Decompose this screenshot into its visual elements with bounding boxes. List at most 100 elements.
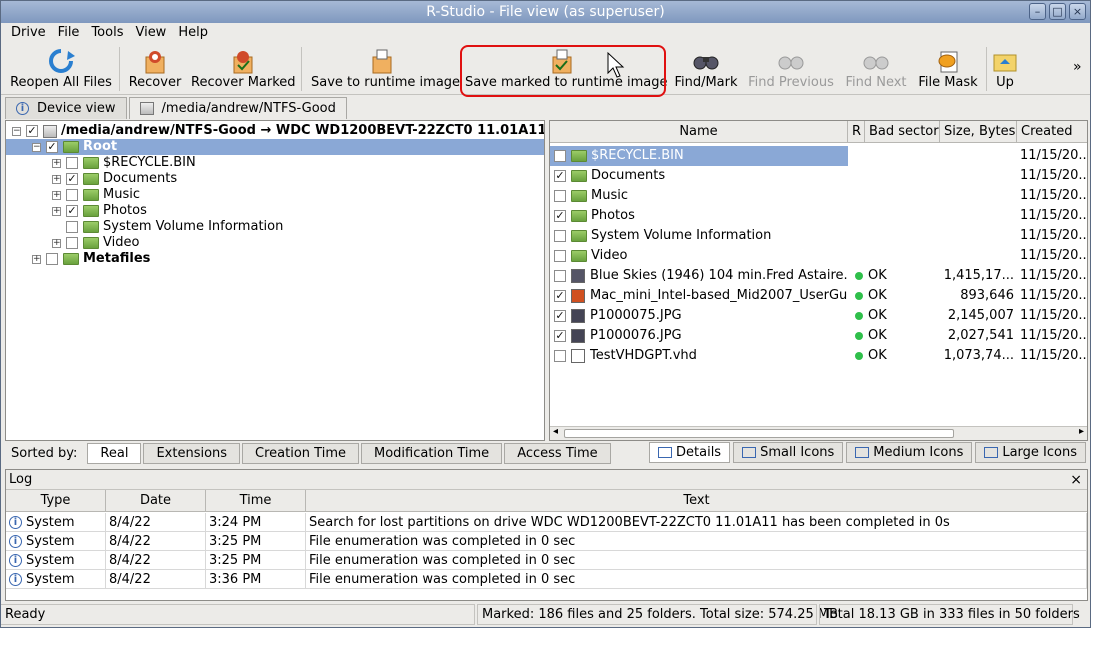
collapse-icon[interactable]: − bbox=[12, 126, 21, 136]
find-previous-button[interactable]: Find Previous bbox=[748, 47, 834, 93]
expand-icon[interactable]: + bbox=[52, 206, 61, 216]
expand-icon[interactable]: + bbox=[52, 190, 61, 200]
file-checkbox[interactable]: ✓ bbox=[554, 289, 566, 302]
file-row[interactable]: System Volume Information 11/15/20... bbox=[550, 226, 1087, 246]
file-row[interactable]: Video 11/15/20... bbox=[550, 246, 1087, 266]
find-mark-button[interactable]: Find/Mark bbox=[673, 47, 739, 93]
find-next-button[interactable]: Find Next bbox=[844, 47, 908, 93]
reopen-all-files-button[interactable]: Reopen All Files bbox=[9, 47, 113, 93]
column-name[interactable]: Name bbox=[550, 121, 848, 143]
view-details-button[interactable]: Details bbox=[649, 442, 731, 463]
tree-root-row[interactable]: − ✓ Root bbox=[6, 139, 544, 155]
log-column-type[interactable]: Type bbox=[6, 490, 106, 512]
refresh-icon bbox=[49, 49, 75, 73]
file-checkbox[interactable] bbox=[554, 249, 566, 262]
file-checkbox[interactable] bbox=[554, 229, 566, 242]
view-small-icons-button[interactable]: Small Icons bbox=[733, 442, 844, 463]
sort-modification-time-button[interactable]: Modification Time bbox=[361, 442, 503, 464]
file-checkbox[interactable] bbox=[554, 149, 566, 162]
expand-icon[interactable]: + bbox=[52, 238, 61, 248]
tree-checkbox[interactable] bbox=[66, 189, 78, 201]
log-column-time[interactable]: Time bbox=[206, 490, 306, 512]
tree-checkbox[interactable] bbox=[66, 157, 78, 169]
file-row[interactable]: ✓ P1000075.JPG OK 2,145,007 11/15/20... bbox=[550, 306, 1087, 326]
log-row[interactable]: i System 8/4/22 3:25 PM File enumeration was… bbox=[6, 551, 1087, 570]
title-bar[interactable]: R-Studio - File view (as superuser) – □ … bbox=[1, 1, 1090, 23]
expand-icon[interactable]: + bbox=[52, 174, 61, 184]
maximize-button[interactable]: □ bbox=[1049, 3, 1066, 20]
collapse-icon[interactable]: − bbox=[32, 142, 41, 152]
scroll-right-icon[interactable]: ▸ bbox=[1079, 426, 1084, 437]
tab-path[interactable]: /media/andrew/NTFS-Good bbox=[128, 97, 347, 119]
file-row[interactable]: ✓ Mac_mini_Intel-based_Mid2007_UserGuide.… bbox=[550, 286, 1087, 306]
tab-device-view[interactable]: i Device view bbox=[5, 97, 127, 119]
tree-item[interactable]: + ✓ Photos bbox=[52, 203, 147, 219]
column-size[interactable]: Size, Bytes bbox=[940, 121, 1017, 143]
minimize-button[interactable]: – bbox=[1029, 3, 1046, 20]
tree-checkbox[interactable]: ✓ bbox=[66, 205, 78, 217]
log-row[interactable]: i System 8/4/22 3:25 PM File enumeration was… bbox=[6, 532, 1087, 551]
file-checkbox[interactable] bbox=[554, 269, 566, 282]
up-button[interactable]: Up bbox=[991, 47, 1019, 93]
column-created[interactable]: Created bbox=[1017, 121, 1087, 143]
column-bad-sectors[interactable]: Bad sectors bbox=[865, 121, 940, 143]
recover-marked-button[interactable]: Recover Marked bbox=[191, 47, 296, 93]
scrollbar-thumb[interactable] bbox=[564, 429, 954, 438]
file-row[interactable]: $RECYCLE.BIN 11/15/20... bbox=[550, 146, 1087, 166]
column-r[interactable]: R bbox=[848, 121, 865, 143]
scroll-left-icon[interactable]: ◂ bbox=[553, 426, 558, 437]
log-date-cell: 8/4/22 bbox=[106, 570, 206, 589]
menu-drive[interactable]: Drive bbox=[5, 23, 52, 43]
file-checkbox[interactable]: ✓ bbox=[554, 169, 566, 182]
tree-item[interactable]: + ✓ Documents bbox=[52, 171, 177, 187]
file-row[interactable]: ✓ Photos 11/15/20... bbox=[550, 206, 1087, 226]
log-text: File enumeration was completed in 0 sec bbox=[309, 534, 576, 549]
tree-checkbox[interactable]: ✓ bbox=[66, 173, 78, 185]
save-to-runtime-image-button[interactable]: Save to runtime image bbox=[311, 47, 460, 93]
file-row[interactable]: TestVHDGPT.vhd OK 1,073,74... 11/15/20... bbox=[550, 346, 1087, 366]
expand-icon[interactable]: + bbox=[32, 254, 41, 264]
close-button[interactable]: × bbox=[1069, 3, 1086, 20]
file-checkbox[interactable]: ✓ bbox=[554, 329, 566, 342]
sort-access-time-button[interactable]: Access Time bbox=[504, 442, 611, 464]
log-column-date[interactable]: Date bbox=[106, 490, 206, 512]
file-row[interactable]: Blue Skies (1946) 104 min.Fred Astaire.B… bbox=[550, 266, 1087, 286]
menu-view[interactable]: View bbox=[129, 23, 172, 43]
file-row[interactable]: ✓ Documents 11/15/20... bbox=[550, 166, 1087, 186]
tree-checkbox[interactable] bbox=[66, 221, 78, 233]
sort-creation-time-button[interactable]: Creation Time bbox=[242, 442, 359, 464]
log-column-text[interactable]: Text bbox=[306, 490, 1087, 512]
file-checkbox[interactable]: ✓ bbox=[554, 309, 566, 322]
file-mask-button[interactable]: File Mask bbox=[916, 47, 980, 93]
recover-button[interactable]: Recover bbox=[127, 47, 183, 93]
tree-checkbox[interactable] bbox=[66, 237, 78, 249]
log-row[interactable]: i System 8/4/22 3:36 PM File enumeration was… bbox=[6, 570, 1087, 589]
file-checkbox[interactable]: ✓ bbox=[554, 209, 566, 222]
root-checkbox[interactable]: ✓ bbox=[46, 141, 58, 153]
file-row[interactable]: Music 11/15/20... bbox=[550, 186, 1087, 206]
tree-item[interactable]: + Video bbox=[52, 235, 139, 251]
reopen-all-files-label: Reopen All Files bbox=[10, 75, 112, 90]
file-checkbox[interactable] bbox=[554, 189, 566, 202]
expand-icon[interactable]: + bbox=[52, 158, 61, 168]
tree-item[interactable]: + $RECYCLE.BIN bbox=[52, 155, 196, 171]
menu-file[interactable]: File bbox=[52, 23, 86, 43]
file-checkbox[interactable] bbox=[554, 349, 566, 362]
sort-extensions-button[interactable]: Extensions bbox=[143, 442, 241, 464]
log-close-icon[interactable]: × bbox=[1070, 470, 1082, 490]
file-row[interactable]: ✓ P1000076.JPG OK 2,027,541 11/15/20... bbox=[550, 326, 1087, 346]
tree-metafiles-row[interactable]: + Metafiles bbox=[32, 251, 150, 267]
toolbar-overflow-button[interactable]: » bbox=[1073, 59, 1082, 75]
tree-checkbox[interactable] bbox=[46, 253, 58, 265]
horizontal-scrollbar[interactable]: ◂ ▸ bbox=[550, 426, 1087, 440]
menu-tools[interactable]: Tools bbox=[85, 23, 129, 43]
tree-item[interactable]: + Music bbox=[52, 187, 140, 203]
tree-item[interactable]: System Volume Information bbox=[66, 219, 283, 235]
sort-real-button[interactable]: Real bbox=[87, 442, 142, 464]
view-medium-icons-button[interactable]: Medium Icons bbox=[846, 442, 973, 463]
drive-checkbox[interactable]: ✓ bbox=[26, 125, 38, 137]
tree-drive-row[interactable]: − ✓ /media/andrew/NTFS-Good → WDC WD1200… bbox=[12, 123, 544, 139]
menu-help[interactable]: Help bbox=[172, 23, 214, 43]
log-row[interactable]: i System 8/4/22 3:24 PM Search for lost part… bbox=[6, 513, 1087, 532]
view-large-icons-button[interactable]: Large Icons bbox=[975, 442, 1086, 463]
